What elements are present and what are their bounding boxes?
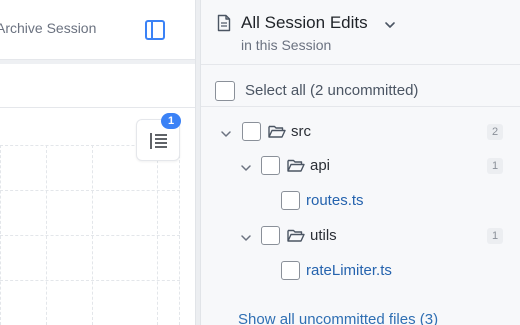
tree-checkbox[interactable]: [261, 226, 280, 245]
tree-item-label: src: [291, 123, 311, 140]
tree-checkbox[interactable]: [242, 122, 261, 141]
file-link[interactable]: routes.ts: [306, 192, 364, 209]
tree-item-routes-ts[interactable]: routes.ts: [201, 188, 520, 214]
tree-item-label: utils: [310, 227, 337, 244]
session-edits-panel: All Session Edits in this Session Select…: [201, 0, 520, 325]
chevron-down-icon[interactable]: [240, 230, 252, 248]
archive-session-button[interactable]: Archive Session: [0, 20, 96, 36]
panel-left-icon[interactable]: [143, 18, 167, 42]
folder-open-icon: [287, 228, 305, 248]
grid-line: [0, 235, 180, 236]
chevron-down-icon[interactable]: [240, 160, 252, 178]
select-all-row[interactable]: Select all (2 uncommitted): [201, 75, 520, 107]
tree-item-src[interactable]: src 2: [201, 119, 520, 145]
sub-toolbar: [0, 64, 195, 108]
tree-item-ratelimiter-ts[interactable]: rateLimiter.ts: [201, 258, 520, 284]
change-count-badge: 1: [487, 228, 503, 244]
panel-subtitle: in this Session: [241, 37, 332, 53]
grid-line: [0, 280, 180, 281]
panel-title[interactable]: All Session Edits: [241, 13, 368, 33]
tree-checkbox[interactable]: [261, 156, 280, 175]
grid-line: [0, 190, 180, 191]
folder-open-icon: [287, 158, 305, 178]
tree-item-utils[interactable]: utils 1: [201, 223, 520, 249]
panel-header: All Session Edits in this Session: [201, 0, 520, 65]
outline-count-badge: 1: [161, 113, 181, 129]
tree-item-label: api: [310, 157, 331, 174]
tree-item-api[interactable]: api 1: [201, 153, 520, 179]
tree-checkbox[interactable]: [281, 261, 300, 280]
select-all-label: Select all (2 uncommitted): [245, 82, 419, 99]
chevron-down-icon[interactable]: [220, 126, 232, 144]
session-main-pane: Archive Session 1: [0, 0, 195, 325]
chevron-down-icon[interactable]: [384, 17, 396, 35]
change-count-badge: 1: [487, 158, 503, 174]
select-all-checkbox[interactable]: [215, 81, 235, 101]
file-link[interactable]: rateLimiter.ts: [306, 262, 392, 279]
change-count-badge: 2: [487, 124, 503, 140]
list-outline-icon: [150, 133, 167, 149]
folder-open-icon: [268, 124, 286, 144]
session-toolbar: Archive Session: [0, 0, 195, 60]
document-icon: [217, 14, 231, 37]
show-all-uncommitted-link[interactable]: Show all uncommitted files (3): [238, 311, 438, 325]
tree-checkbox[interactable]: [281, 191, 300, 210]
